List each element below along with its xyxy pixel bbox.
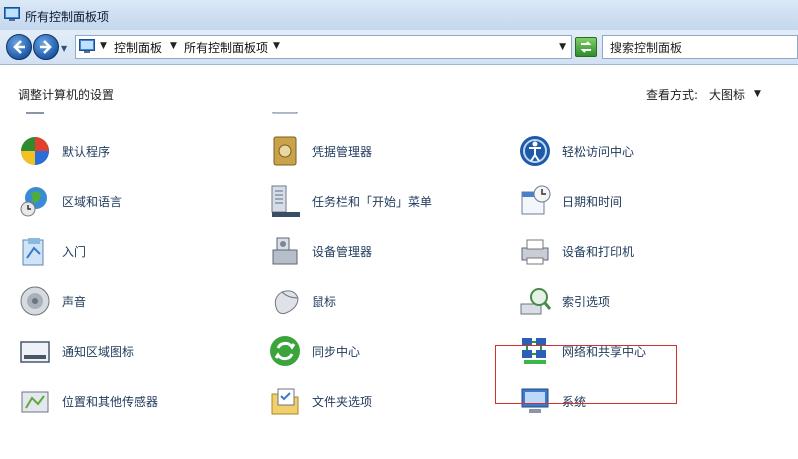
breadcrumb-control-panel[interactable]: 控制面板 bbox=[114, 39, 162, 56]
item-label: 日期和时间 bbox=[562, 195, 623, 209]
item-indexing-options[interactable]: 索引选项 bbox=[518, 284, 748, 324]
item-folder-options[interactable]: 文件夹选项 bbox=[268, 384, 498, 424]
item-label: 设备管理器 bbox=[312, 245, 373, 259]
control-panel-icon bbox=[79, 39, 95, 53]
recent-pages-chevron-icon[interactable]: ▼ bbox=[61, 44, 67, 53]
item-location-sensors[interactable]: 位置和其他传感器 bbox=[18, 384, 248, 424]
control-panel-items: 个性化 管理工具 键盘默认程序 凭据管理器 轻松访问中心区域和语言 任务栏和「开始」菜单 日… bbox=[0, 112, 798, 459]
indexing-options-icon bbox=[520, 288, 552, 315]
item-label: 鼠标 bbox=[312, 295, 337, 309]
arrow-right-icon bbox=[40, 40, 52, 54]
taskbar-start-menu-icon bbox=[271, 185, 300, 217]
highlight-box bbox=[495, 345, 677, 404]
date-time-icon bbox=[521, 185, 551, 215]
item-label: 默认程序 bbox=[62, 145, 111, 159]
device-manager-icon bbox=[272, 237, 298, 265]
item-admin-tools[interactable]: 管理工具 bbox=[268, 112, 498, 124]
mouse-icon bbox=[274, 290, 299, 315]
item-sound[interactable]: 声音 bbox=[18, 284, 248, 324]
address-bar: ▼ ▼ 控制面板 ▼ 所有控制面板项 ▼ ▼ 搜索控制面板 bbox=[0, 30, 798, 65]
region-language-icon bbox=[20, 187, 47, 217]
sound-icon bbox=[20, 286, 50, 316]
location-sensors-icon bbox=[21, 391, 49, 413]
view-by-selector[interactable]: 大图标 bbox=[709, 86, 745, 103]
item-label: 同步中心 bbox=[312, 345, 361, 359]
getting-started-icon bbox=[22, 238, 44, 266]
item-label: 任务栏和「开始」菜单 bbox=[312, 195, 433, 209]
refresh-button[interactable] bbox=[575, 37, 597, 57]
item-default-programs[interactable]: 默认程序 bbox=[18, 134, 248, 174]
admin-tools-icon bbox=[272, 112, 298, 114]
ease-of-access-icon bbox=[520, 136, 550, 166]
control-panel-icon bbox=[4, 7, 20, 21]
search-box[interactable]: 搜索控制面板 bbox=[602, 35, 798, 59]
item-ease-of-access[interactable]: 轻松访问中心 bbox=[518, 134, 748, 174]
breadcrumb-chevron-icon[interactable]: ▼ bbox=[273, 41, 280, 51]
item-notification-area[interactable]: 通知区域图标 bbox=[18, 334, 248, 374]
credential-manager-icon bbox=[273, 136, 297, 166]
breadcrumb-chevron-icon[interactable]: ▼ bbox=[170, 41, 177, 51]
item-label: 声音 bbox=[62, 295, 87, 309]
item-label: 设备和打印机 bbox=[562, 245, 635, 259]
view-by-label: 查看方式: bbox=[646, 88, 699, 102]
item-mouse[interactable]: 鼠标 bbox=[268, 284, 498, 324]
window-title: 所有控制面板项 bbox=[25, 10, 110, 24]
item-credential-manager[interactable]: 凭据管理器 bbox=[268, 134, 498, 174]
page-title: 调整计算机的设置 bbox=[18, 88, 115, 102]
item-keyboard[interactable]: 键盘 bbox=[518, 112, 748, 124]
item-devices-printers[interactable]: 设备和打印机 bbox=[518, 234, 748, 274]
refresh-icon bbox=[580, 41, 592, 53]
item-date-time[interactable]: 日期和时间 bbox=[518, 184, 748, 224]
default-programs-icon bbox=[21, 137, 49, 165]
item-label: 位置和其他传感器 bbox=[62, 395, 159, 409]
notification-area-icon bbox=[20, 341, 50, 363]
item-getting-started[interactable]: 入门 bbox=[18, 234, 248, 274]
item-label: 凭据管理器 bbox=[312, 145, 373, 159]
item-taskbar-start-menu[interactable]: 任务栏和「开始」菜单 bbox=[268, 184, 498, 224]
item-label: 索引选项 bbox=[562, 295, 611, 309]
title-bar: 所有控制面板项 bbox=[0, 0, 798, 31]
item-device-manager[interactable]: 设备管理器 bbox=[268, 234, 498, 274]
breadcrumb-all-items[interactable]: 所有控制面板项 bbox=[184, 39, 268, 56]
sync-center-icon bbox=[270, 336, 300, 366]
address-box[interactable]: ▼ 控制面板 ▼ 所有控制面板项 ▼ ▼ bbox=[75, 35, 572, 59]
search-placeholder: 搜索控制面板 bbox=[610, 41, 683, 55]
folder-options-icon bbox=[271, 388, 299, 415]
keyboard-icon bbox=[518, 112, 552, 118]
back-button[interactable] bbox=[6, 34, 32, 60]
item-region-language[interactable]: 区域和语言 bbox=[18, 184, 248, 224]
item-sync-center[interactable]: 同步中心 bbox=[268, 334, 498, 374]
item-label: 文件夹选项 bbox=[312, 395, 373, 409]
arrow-left-icon bbox=[13, 40, 25, 54]
forward-button[interactable] bbox=[33, 34, 59, 60]
item-label: 入门 bbox=[62, 245, 87, 259]
address-dropdown-icon[interactable]: ▼ bbox=[559, 42, 566, 52]
item-label: 轻松访问中心 bbox=[562, 145, 635, 159]
devices-printers-icon bbox=[521, 239, 549, 265]
view-by-chevron-icon[interactable]: ▼ bbox=[754, 89, 761, 99]
personalization-icon bbox=[26, 112, 44, 114]
item-label: 区域和语言 bbox=[62, 195, 123, 209]
breadcrumb-chevron-icon[interactable]: ▼ bbox=[100, 41, 107, 51]
item-label: 通知区域图标 bbox=[62, 345, 135, 359]
item-personalization[interactable]: 个性化 bbox=[18, 112, 248, 124]
